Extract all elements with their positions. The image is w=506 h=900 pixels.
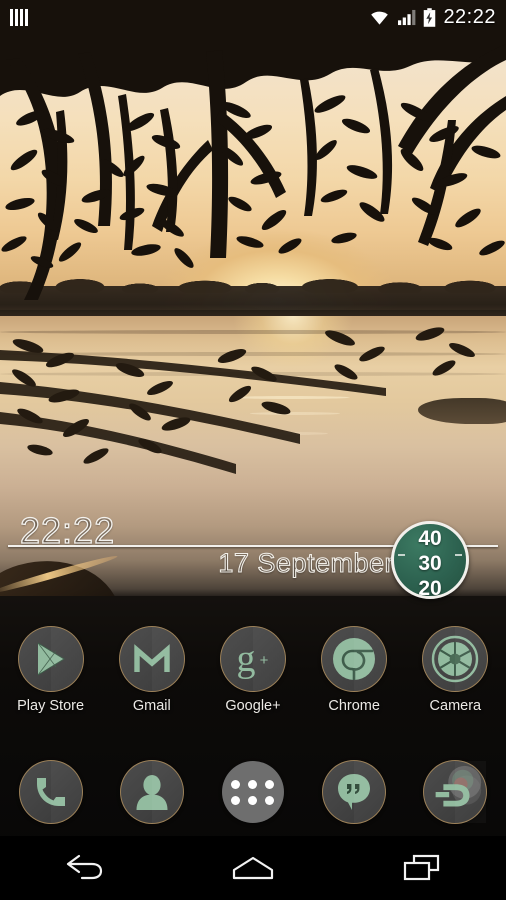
dock-item-contacts[interactable] xyxy=(101,760,202,824)
water-band xyxy=(0,372,506,376)
nav-back-button[interactable] xyxy=(29,836,139,900)
chrome-circle-icon xyxy=(333,638,376,680)
speech-bubble-quotes-icon xyxy=(338,774,371,810)
dock-item-app-drawer[interactable] xyxy=(202,761,303,823)
camera-aperture-icon xyxy=(432,635,479,683)
wifi-icon xyxy=(371,11,389,25)
camera-icon[interactable] xyxy=(422,626,489,692)
drawer-dot xyxy=(231,779,241,789)
svg-text:g: g xyxy=(236,638,255,680)
battery-charging-icon xyxy=(424,7,436,27)
water-streak xyxy=(250,412,340,415)
app-play-store[interactable]: Play Store xyxy=(0,626,101,714)
water-band xyxy=(0,330,506,334)
dock-item-hangouts[interactable] xyxy=(304,760,405,824)
drawer-dot xyxy=(231,795,241,805)
gmail-icon[interactable] xyxy=(118,626,185,692)
zedge-d-icon xyxy=(435,765,482,807)
play-triangle-icon xyxy=(37,642,65,676)
google-plus-g-icon: g + xyxy=(236,638,269,680)
water-streak xyxy=(230,396,350,399)
play-store-icon[interactable] xyxy=(17,626,84,692)
app-label: Gmail xyxy=(132,698,171,714)
chrome-icon[interactable] xyxy=(321,626,388,692)
water-streak xyxy=(268,432,328,435)
navigation-bar xyxy=(0,836,506,900)
status-bar-clock: 22:22 xyxy=(443,6,496,28)
drawer-dot xyxy=(248,779,258,789)
app-label: Play Store xyxy=(17,698,85,714)
app-camera[interactable]: Camera xyxy=(405,626,506,714)
home-screen: 22:22 22:22 17 September 40 30 20 Play S… xyxy=(0,0,506,900)
nav-home-button[interactable] xyxy=(198,836,308,900)
drawer-dot xyxy=(265,779,275,789)
recents-icon xyxy=(403,854,439,881)
status-bar-notifications[interactable] xyxy=(10,8,28,26)
nav-recents-button[interactable] xyxy=(367,836,477,900)
status-bar[interactable]: 22:22 xyxy=(0,0,506,34)
gmail-m-icon xyxy=(134,644,170,672)
drawer-dot xyxy=(248,795,258,805)
phone-icon[interactable] xyxy=(18,760,83,824)
wallpaper-far-shore xyxy=(0,277,506,320)
wallpaper-sun-reflection xyxy=(198,316,388,466)
equalizer-notification-icon xyxy=(10,8,28,26)
app-grid: Play Store Gmail g + Google+ Chrome Came… xyxy=(0,626,506,726)
dock xyxy=(0,752,506,832)
svg-text:+: + xyxy=(260,652,269,669)
wallpaper-sky xyxy=(0,0,506,310)
signal-icon xyxy=(398,9,416,25)
zedge-icon[interactable] xyxy=(423,760,488,824)
app-label: Google+ xyxy=(225,698,281,714)
drawer-dots xyxy=(231,779,275,805)
home-icon xyxy=(232,856,274,880)
drawer-dot xyxy=(265,795,275,805)
back-icon xyxy=(67,854,103,880)
dial-numbers: 40 30 20 xyxy=(394,526,466,599)
dock-item-phone[interactable] xyxy=(0,760,101,824)
app-label: Camera xyxy=(429,698,482,714)
status-bar-system-icons[interactable]: 22:22 xyxy=(369,7,496,27)
app-google-plus[interactable]: g + Google+ xyxy=(202,626,303,714)
contacts-icon[interactable] xyxy=(119,760,184,824)
widget-date[interactable]: 17 September xyxy=(218,547,394,578)
app-drawer-icon[interactable] xyxy=(221,761,284,823)
hangouts-icon[interactable] xyxy=(322,760,387,824)
dial-number: 30 xyxy=(418,552,442,575)
app-label: Chrome xyxy=(328,698,380,714)
widget-number-dial[interactable]: 40 30 20 xyxy=(391,521,469,599)
app-chrome[interactable]: Chrome xyxy=(304,626,405,714)
dial-number: 20 xyxy=(418,577,442,599)
dial-number: 40 xyxy=(418,527,442,550)
phone-handset-icon xyxy=(36,778,65,806)
app-gmail[interactable]: Gmail xyxy=(101,626,202,714)
water-band xyxy=(0,352,506,356)
dock-item-zedge[interactable] xyxy=(405,760,506,824)
person-silhouette-icon xyxy=(136,775,168,810)
google-plus-icon[interactable]: g + xyxy=(219,626,286,692)
